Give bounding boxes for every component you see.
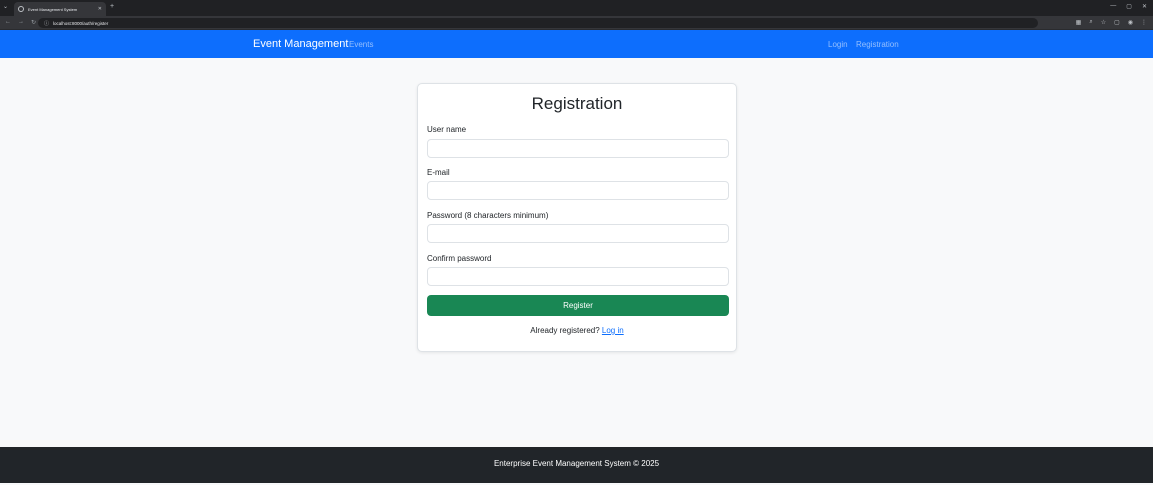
confirm-password-input[interactable] [427, 267, 729, 286]
nav-login-link[interactable]: Login [828, 40, 848, 49]
window-controls: — ▢ ✕ [1110, 3, 1147, 10]
browser-tab-bar: ⌄ Event Management System ✕ + — ▢ ✕ [0, 0, 1153, 16]
address-bar: ← → ↻ ⓘ localhost:8000/auth/register ▦ ⌕… [0, 16, 1153, 30]
nav-registration-link[interactable]: Registration [856, 40, 899, 49]
page-title: Registration [531, 94, 623, 113]
site-navbar: Event Management Events Login Registrati… [0, 30, 1153, 58]
url-text: localhost:8000/auth/register [53, 20, 109, 26]
site-info-icon[interactable]: ⓘ [44, 20, 49, 27]
already-registered-text: Already registered? Log in [418, 326, 736, 335]
navigation-buttons: ← → ↻ [5, 19, 36, 26]
email-input[interactable] [427, 181, 729, 200]
minimize-icon[interactable]: — [1110, 3, 1116, 10]
forward-icon[interactable]: → [18, 19, 24, 26]
nav-events-link[interactable]: Events [349, 40, 373, 49]
login-link[interactable]: Log in [602, 326, 624, 335]
password-label: Password (8 characters minimum) [427, 211, 549, 220]
extension-icon[interactable]: ▦ [1076, 19, 1082, 26]
username-label: User name [427, 125, 467, 134]
confirm-password-label: Confirm password [427, 254, 492, 263]
toolbar-icons: ▦ ⌕ ☆ ▢ ◉ ⋮ [1076, 19, 1147, 26]
site-footer: Enterprise Event Management System © 202… [0, 447, 1153, 483]
maximize-icon[interactable]: ▢ [1126, 3, 1132, 10]
brand-link[interactable]: Event Management [253, 38, 348, 50]
tab-title: Event Management System [28, 6, 78, 12]
favicon-icon [18, 6, 24, 12]
browser-tab[interactable]: Event Management System ✕ [14, 2, 106, 16]
already-registered-label: Already registered? [530, 326, 600, 335]
profile-icon[interactable]: ◉ [1128, 19, 1133, 26]
register-button[interactable]: Register [427, 295, 729, 316]
username-input[interactable] [427, 139, 729, 158]
email-label: E-mail [427, 168, 450, 177]
footer-text: Enterprise Event Management System © 202… [493, 459, 660, 468]
tab-close-icon[interactable]: ✕ [98, 6, 102, 12]
menu-dots-icon[interactable]: ⋮ [1141, 19, 1147, 26]
puzzle-icon[interactable]: ▢ [1114, 19, 1120, 26]
back-icon[interactable]: ← [5, 19, 11, 26]
url-field[interactable]: ⓘ localhost:8000/auth/register [38, 18, 1038, 28]
tab-search-icon[interactable]: ⌄ [3, 3, 8, 10]
zoom-icon[interactable]: ⌕ [1089, 19, 1092, 26]
bookmark-star-icon[interactable]: ☆ [1101, 19, 1106, 26]
registration-card: Registration User name E-mail Password (… [417, 83, 737, 352]
new-tab-icon[interactable]: + [110, 3, 114, 10]
reload-icon[interactable]: ↻ [31, 19, 36, 26]
close-window-icon[interactable]: ✕ [1142, 3, 1147, 10]
password-input[interactable] [427, 224, 729, 243]
